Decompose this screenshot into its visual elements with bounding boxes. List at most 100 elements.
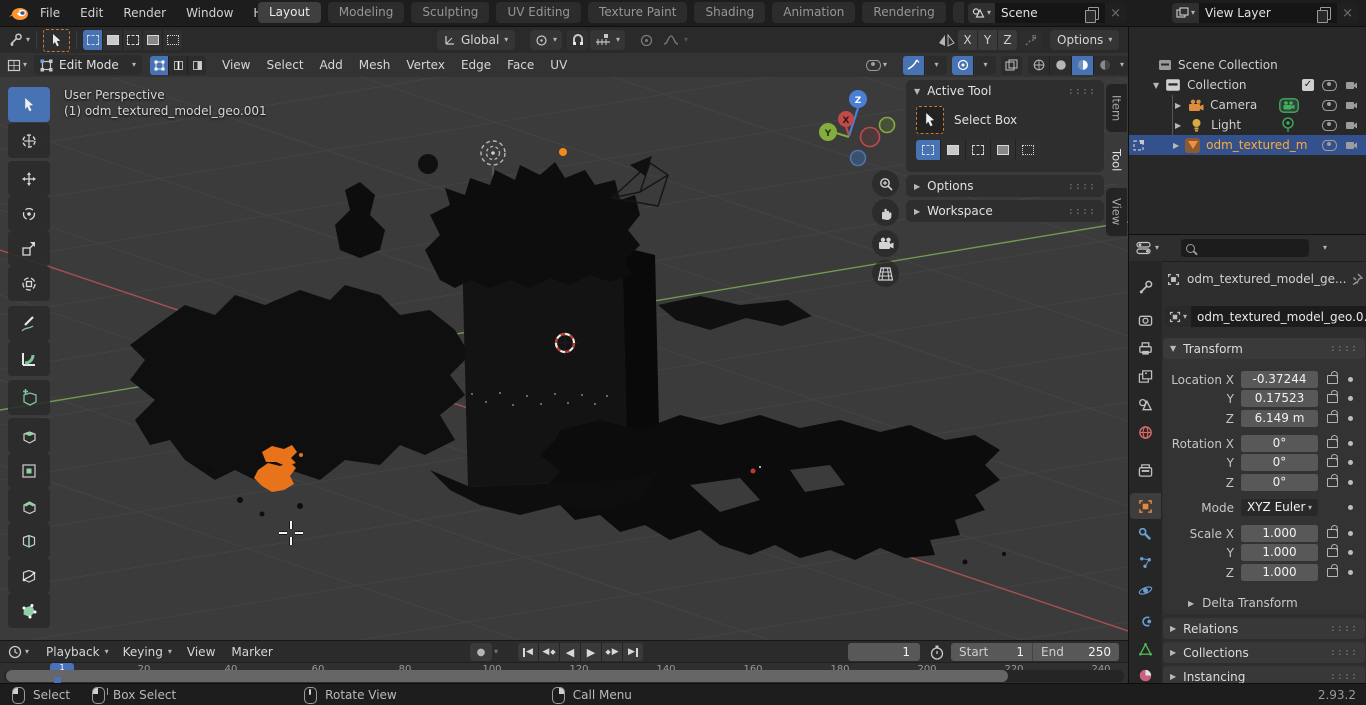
playback-menu[interactable]: Playback ▾ — [39, 642, 116, 662]
rendered-shading-button[interactable] — [1094, 56, 1115, 75]
viewport-menu-mesh[interactable]: Mesh — [351, 53, 399, 77]
play-reverse-button[interactable]: ◀ — [560, 643, 581, 661]
tab-object-properties[interactable] — [1130, 493, 1161, 519]
animate-dot[interactable] — [1348, 570, 1353, 575]
properties-search-input[interactable] — [1181, 239, 1309, 257]
sidebar-tab-view[interactable]: View — [1106, 188, 1127, 236]
solid-shading-button[interactable] — [1050, 56, 1072, 75]
collections-panel-header[interactable]: ▶ Collections :::: — [1163, 642, 1365, 663]
rotation-x-field[interactable]: 0° — [1241, 435, 1318, 452]
show-overlays-button[interactable] — [952, 56, 974, 75]
empty-point-object[interactable] — [559, 148, 567, 156]
properties-editor-type-button[interactable]: ▾ — [1136, 241, 1159, 255]
snap-toggle-button[interactable] — [567, 30, 588, 50]
current-frame-field[interactable]: 1 — [848, 643, 920, 661]
location-z-field[interactable]: 6.149 m — [1241, 410, 1318, 427]
select-mode-set-button[interactable] — [916, 140, 941, 160]
outliner-row-camera[interactable]: ▶ Camera — [1129, 95, 1366, 115]
active-tool-icon-button[interactable] — [916, 106, 944, 134]
vertex-select-button[interactable] — [150, 56, 169, 75]
shading-dropdown-button[interactable]: ▾ — [1115, 56, 1129, 75]
active-tool-button[interactable] — [43, 29, 70, 52]
start-frame-field[interactable]: Start 1 — [951, 643, 1033, 661]
timeline-menu-marker[interactable]: Marker — [223, 640, 280, 664]
visibility-dropdown[interactable]: ▾ — [866, 60, 887, 71]
pin-icon[interactable] — [1351, 273, 1363, 285]
rotation-y-field[interactable]: 0° — [1241, 454, 1318, 471]
workspace-tab-uv-editing[interactable]: UV Editing — [496, 2, 581, 23]
collection-checkbox[interactable]: ✓ — [1302, 79, 1314, 91]
viewport-menu-face[interactable]: Face — [499, 53, 542, 77]
workspace-tab-layout[interactable]: Layout — [258, 2, 321, 23]
object-id-browse-button[interactable]: ▾ — [1165, 306, 1191, 327]
next-keyframe-button[interactable]: ◆▶ — [602, 643, 623, 661]
timeline-scrollbar[interactable] — [6, 670, 1008, 682]
perspective-toggle-button[interactable] — [872, 260, 899, 287]
tab-output-properties[interactable] — [1130, 335, 1161, 361]
properties-options-chevron[interactable]: ▾ — [1323, 244, 1327, 252]
mirror-y-button[interactable]: Y — [978, 30, 998, 50]
workspace-panel-header[interactable]: ▶ Workspace :::: — [906, 200, 1104, 222]
copy-icon[interactable] — [1320, 7, 1331, 20]
outliner-row-collection[interactable]: ▼ Collection ✓ — [1129, 75, 1366, 95]
material-preview-button[interactable] — [1072, 56, 1094, 75]
viewport-editor-type-button[interactable]: ▾ — [7, 59, 27, 72]
tab-render-properties[interactable] — [1130, 307, 1161, 333]
object-name-field[interactable]: odm_textured_model_geo.0... — [1191, 306, 1366, 327]
options-panel-header[interactable]: ▶ Options :::: — [906, 175, 1104, 197]
workspace-tab-texture-paint[interactable]: Texture Paint — [588, 2, 687, 23]
hide-eye-icon[interactable] — [1322, 120, 1337, 131]
select-mode-invert-button[interactable] — [991, 140, 1016, 160]
tool-inset-faces[interactable] — [8, 453, 50, 488]
stopwatch-icon[interactable] — [930, 645, 944, 660]
animate-dot[interactable] — [1348, 550, 1353, 555]
timeline-editor-type-button[interactable]: ▾ — [8, 645, 29, 659]
prev-keyframe-button[interactable]: ◀◆ — [539, 643, 560, 661]
select-mode-invert-button[interactable] — [143, 30, 163, 50]
lock-icon[interactable] — [1327, 439, 1338, 448]
panel-grip[interactable]: :::: — [1068, 86, 1096, 97]
tool-poly-build[interactable] — [8, 593, 50, 628]
animate-dot[interactable] — [1348, 396, 1353, 401]
tool-extrude-region[interactable] — [8, 418, 50, 453]
location-x-field[interactable]: -0.37244 — [1241, 371, 1318, 388]
proportional-edit-button[interactable] — [636, 30, 656, 50]
transform-panel-header[interactable]: ▼ Transform :::: — [1163, 338, 1365, 359]
face-select-button[interactable] — [188, 56, 206, 75]
scene-name-field[interactable]: Scene — [995, 3, 1105, 23]
menu-file[interactable]: File — [30, 0, 70, 26]
panel-grip[interactable]: :::: — [1330, 343, 1358, 354]
tool-loop-cut[interactable] — [8, 523, 50, 558]
viewport-menu-add[interactable]: Add — [312, 53, 351, 77]
select-mode-extend-button[interactable] — [941, 140, 966, 160]
keying-menu[interactable]: Keying ▾ — [116, 642, 179, 662]
tool-measure[interactable] — [8, 341, 50, 376]
active-tool-panel-header[interactable]: ▼ Active Tool :::: — [906, 80, 1104, 102]
sidebar-tab-tool[interactable]: Tool — [1106, 136, 1127, 184]
tab-scene-properties[interactable] — [1130, 391, 1161, 417]
tool-select-box[interactable] — [8, 87, 50, 122]
viewport-menu-edge[interactable]: Edge — [453, 53, 499, 77]
show-gizmo-button[interactable] — [903, 56, 925, 75]
animate-dot[interactable] — [1348, 416, 1353, 421]
panel-grip[interactable]: :::: — [1068, 206, 1096, 217]
lock-icon[interactable] — [1327, 458, 1338, 467]
pan-button[interactable] — [872, 199, 899, 226]
timeline-menu-view[interactable]: View — [179, 640, 223, 664]
scale-y-field[interactable]: 1.000 — [1241, 544, 1318, 561]
scene-unlink-button[interactable]: × — [1105, 6, 1126, 21]
overlays-dropdown-button[interactable]: ▾ — [975, 56, 996, 75]
camera-view-button[interactable] — [872, 230, 899, 257]
tool-annotate[interactable] — [8, 306, 50, 341]
wireframe-shading-button[interactable] — [1028, 56, 1050, 75]
animate-dot[interactable] — [1348, 460, 1353, 465]
menu-render[interactable]: Render — [113, 0, 176, 26]
view-layer-name-field[interactable]: View Layer — [1199, 3, 1337, 23]
select-mode-set-button[interactable] — [83, 30, 103, 50]
lock-icon[interactable] — [1327, 414, 1338, 423]
options-dropdown[interactable]: Options ▾ — [1050, 30, 1119, 50]
disclosure-right-icon[interactable]: ▶ — [1175, 121, 1181, 130]
copy-icon[interactable] — [1088, 7, 1099, 20]
camera-data-badge-icon[interactable] — [1279, 98, 1299, 113]
disable-render-camera-icon[interactable] — [1345, 120, 1358, 130]
